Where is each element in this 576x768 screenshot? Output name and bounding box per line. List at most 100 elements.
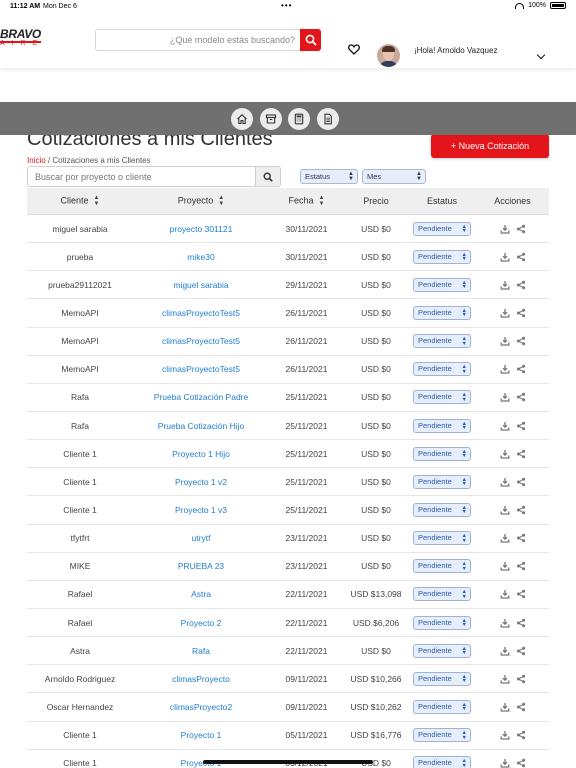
cell-project-link[interactable]: Prueba Cotización Hijo	[158, 421, 244, 431]
status-select[interactable]: Pendiente ▲ ▼	[413, 305, 471, 320]
status-select[interactable]: Pendiente ▲ ▼	[413, 502, 471, 517]
breadcrumb-home-link[interactable]: Inicio	[27, 156, 46, 165]
bravo-aire-logo[interactable]: BRAVO AIRE	[0, 27, 50, 48]
download-icon[interactable]	[500, 533, 510, 543]
share-icon[interactable]	[516, 561, 526, 571]
month-filter-select[interactable]: Mes ▲ ▼	[362, 169, 426, 184]
cell-project-link[interactable]: Proyecto 1 v2	[175, 477, 227, 487]
toolbar-archive-button[interactable]	[260, 108, 282, 130]
share-icon[interactable]	[516, 336, 526, 346]
download-icon[interactable]	[500, 505, 510, 515]
toolbar-calculator-button[interactable]	[288, 108, 310, 130]
download-icon[interactable]	[500, 618, 510, 628]
cell-project-link[interactable]: PRUEBA 23	[178, 561, 224, 571]
status-select[interactable]: Pendiente ▲ ▼	[413, 277, 471, 292]
toolbar-home-button[interactable]	[231, 108, 253, 130]
share-icon[interactable]	[516, 308, 526, 318]
share-icon[interactable]	[516, 618, 526, 628]
download-icon[interactable]	[500, 730, 510, 740]
share-icon[interactable]	[516, 702, 526, 712]
header-date[interactable]: Fecha ▲ ▼	[269, 195, 344, 207]
status-select[interactable]: Pendiente ▲ ▼	[413, 249, 471, 264]
status-select[interactable]: Pendiente ▲ ▼	[413, 474, 471, 489]
table-search-input[interactable]	[28, 167, 256, 186]
header-project[interactable]: Proyecto ▲ ▼	[133, 195, 269, 207]
table-search-button[interactable]	[255, 167, 280, 186]
cell-project-link[interactable]: Proyecto 1 v3	[175, 505, 227, 515]
status-select[interactable]: Pendiente ▲ ▼	[413, 587, 471, 602]
share-icon[interactable]	[516, 505, 526, 515]
status-select[interactable]: Pendiente ▲ ▼	[413, 418, 471, 433]
search-button[interactable]	[300, 29, 321, 51]
cell-project-link[interactable]: Proyecto 2	[181, 618, 222, 628]
cell-project-link[interactable]: Proyecto 1 Hijo	[172, 449, 230, 459]
cell-project-link[interactable]: proyecto 301121	[170, 224, 233, 234]
status-select[interactable]: Pendiente ▲ ▼	[413, 671, 471, 686]
share-icon[interactable]	[516, 589, 526, 599]
product-search-input[interactable]	[96, 30, 301, 50]
download-icon[interactable]	[500, 449, 510, 459]
download-icon[interactable]	[500, 758, 510, 768]
download-icon[interactable]	[500, 392, 510, 403]
status-select[interactable]: Pendiente ▲ ▼	[413, 390, 471, 405]
download-icon[interactable]	[500, 421, 510, 431]
share-icon[interactable]	[516, 392, 526, 402]
download-icon[interactable]	[500, 252, 510, 262]
home-indicator[interactable]	[203, 760, 373, 764]
share-icon[interactable]	[516, 449, 526, 459]
share-icon[interactable]	[516, 421, 526, 431]
share-icon[interactable]	[516, 252, 526, 262]
share-icon[interactable]	[516, 758, 526, 768]
download-icon[interactable]	[500, 477, 510, 487]
favorites-heart-icon[interactable]	[348, 44, 360, 58]
download-icon[interactable]	[500, 364, 510, 374]
status-select[interactable]: Pendiente ▲ ▼	[413, 362, 471, 377]
status-filter-select[interactable]: Estatus ▲ ▼	[300, 169, 358, 184]
cell-project-link[interactable]: climasProyecto	[172, 674, 230, 684]
cell-project-link[interactable]: Astra	[191, 589, 211, 599]
cell-project-link[interactable]: climasProyectoTest5	[162, 336, 240, 346]
share-icon[interactable]	[516, 477, 526, 487]
share-icon[interactable]	[516, 364, 526, 374]
download-icon[interactable]	[500, 589, 510, 600]
share-icon[interactable]	[516, 533, 526, 543]
cell-project-link[interactable]: climasProyectoTest5	[162, 308, 240, 318]
status-select[interactable]: Pendiente ▲ ▼	[413, 446, 471, 461]
download-icon[interactable]	[500, 336, 510, 346]
cell-project-link[interactable]: miguel sarabia	[173, 280, 228, 290]
download-icon[interactable]	[500, 280, 510, 290]
new-quote-button[interactable]: + Nueva Cotización	[431, 134, 549, 158]
status-select[interactable]: Pendiente ▲ ▼	[413, 643, 471, 658]
download-icon[interactable]	[500, 224, 510, 234]
share-icon[interactable]	[516, 674, 526, 684]
download-icon[interactable]	[500, 308, 510, 318]
multitask-dots[interactable]: •••	[281, 1, 292, 10]
status-select[interactable]: Pendiente ▲ ▼	[413, 699, 471, 714]
cell-project-link[interactable]: climasProyectoTest5	[162, 364, 240, 374]
user-avatar[interactable]	[377, 44, 400, 67]
cell-project-link[interactable]: Proyecto 1	[181, 730, 222, 740]
status-select[interactable]: Pendiente ▲ ▼	[413, 728, 471, 743]
status-select[interactable]: Pendiente ▲ ▼	[413, 559, 471, 574]
download-icon[interactable]	[500, 674, 510, 684]
status-select[interactable]: Pendiente ▲ ▼	[413, 531, 471, 546]
share-icon[interactable]	[516, 646, 526, 656]
download-icon[interactable]	[500, 561, 510, 571]
header-client[interactable]: Cliente ▲ ▼	[27, 195, 133, 207]
cell-project-link[interactable]: climasProyecto2	[170, 702, 232, 712]
toolbar-document-button[interactable]	[317, 108, 339, 130]
status-select[interactable]: Pendiente ▲ ▼	[413, 615, 471, 630]
share-icon[interactable]	[516, 280, 526, 290]
cell-project-link[interactable]: Rafa	[192, 646, 210, 656]
cell-project-link[interactable]: utrytf	[192, 533, 211, 543]
cell-project-link[interactable]: mike30	[187, 252, 214, 262]
share-icon[interactable]	[516, 224, 526, 234]
download-icon[interactable]	[500, 702, 510, 712]
chevron-down-icon[interactable]	[536, 50, 546, 60]
cell-project-link[interactable]: Prueba Cotización Padre	[154, 392, 249, 402]
share-icon[interactable]	[516, 730, 526, 740]
status-select[interactable]: Pendiente ▲ ▼	[413, 221, 471, 236]
status-select[interactable]: Pendiente ▲ ▼	[413, 334, 471, 349]
download-icon[interactable]	[500, 646, 510, 656]
status-select[interactable]: Pendiente ▲ ▼	[413, 756, 471, 768]
